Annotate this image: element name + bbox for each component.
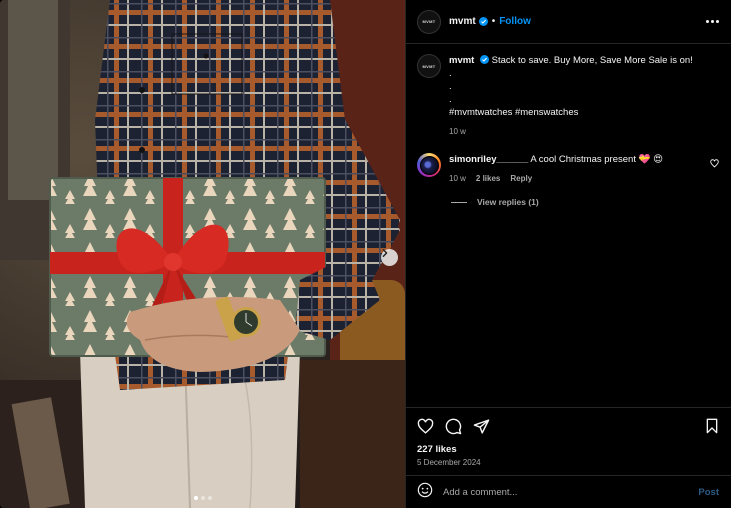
verified-badge-icon bbox=[478, 17, 488, 26]
likes-count[interactable]: 227 likes bbox=[417, 444, 720, 455]
emoji-icon bbox=[417, 482, 433, 497]
post-header: MVMT mvmt • Follow bbox=[406, 0, 731, 44]
action-bar bbox=[417, 416, 720, 436]
like-button[interactable] bbox=[417, 418, 434, 435]
bookmark-icon bbox=[706, 418, 718, 434]
emoji-button[interactable] bbox=[417, 482, 433, 503]
post-comment-button[interactable]: Post bbox=[698, 487, 719, 498]
carousel-dot bbox=[200, 496, 205, 500]
post-modal: MVMT mvmt • Follow MVMT mvmt Stack to sa… bbox=[0, 0, 731, 508]
comment-body: simonriley______ A cool Christmas presen… bbox=[449, 153, 663, 185]
caption-bullet: . bbox=[449, 81, 452, 92]
caption-row: MVMT mvmt Stack to save. Buy More, Save … bbox=[417, 54, 719, 138]
comment-composer: Post bbox=[406, 475, 731, 508]
comment-time[interactable]: 10 w bbox=[449, 172, 466, 185]
comments-section: MVMT mvmt Stack to save. Buy More, Save … bbox=[406, 44, 731, 407]
next-slide-button[interactable] bbox=[381, 249, 398, 266]
header-separator: • bbox=[491, 16, 496, 27]
caption-bullet: . bbox=[449, 68, 452, 79]
comment-likes[interactable]: 2 likes bbox=[476, 172, 500, 185]
more-options-icon[interactable] bbox=[706, 16, 719, 27]
post-details-panel: MVMT mvmt • Follow MVMT mvmt Stack to sa… bbox=[405, 0, 731, 508]
post-photo bbox=[0, 0, 405, 508]
view-replies-label: View replies (1) bbox=[477, 197, 539, 207]
comment-username[interactable]: simonriley______ bbox=[449, 154, 528, 165]
caption-username[interactable]: mvmt bbox=[449, 55, 474, 66]
comment-icon bbox=[445, 418, 462, 434]
view-replies-button[interactable]: View replies (1) bbox=[451, 197, 719, 207]
share-icon bbox=[473, 418, 490, 434]
comment-item: simonriley______ A cool Christmas presen… bbox=[417, 153, 719, 185]
caption-hashtags[interactable]: #mvmtwatches #menswatches bbox=[449, 106, 693, 119]
comment-like-heart-icon[interactable] bbox=[710, 159, 719, 168]
comment-text: A cool Christmas present 💝 😍 bbox=[530, 154, 663, 165]
author-avatar[interactable]: MVMT bbox=[417, 9, 441, 34]
chevron-right-icon bbox=[382, 249, 388, 257]
reply-button[interactable]: Reply bbox=[510, 172, 532, 185]
comment-meta: 10 w 2 likes Reply bbox=[449, 172, 663, 185]
post-actions-section: 227 likes 5 December 2024 bbox=[406, 407, 731, 475]
author-username[interactable]: mvmt bbox=[449, 16, 476, 27]
post-date: 5 December 2024 bbox=[417, 458, 481, 467]
caption-author-avatar[interactable]: MVMT bbox=[417, 54, 441, 78]
caption-meta: 10 w bbox=[449, 125, 693, 138]
share-button[interactable] bbox=[473, 418, 490, 435]
comment-button[interactable] bbox=[445, 418, 462, 435]
follow-button[interactable]: Follow bbox=[499, 16, 531, 27]
carousel-dot bbox=[193, 496, 198, 500]
caption-body: mvmt Stack to save. Buy More, Save More … bbox=[449, 54, 693, 138]
heart-icon bbox=[417, 418, 434, 434]
comment-input[interactable] bbox=[443, 486, 699, 498]
caption-text: Stack to save. Buy More, Save More Sale … bbox=[491, 55, 693, 66]
carousel-dot bbox=[207, 496, 212, 500]
commenter-avatar[interactable] bbox=[417, 153, 441, 177]
caption-bullet: . bbox=[449, 94, 452, 105]
save-button[interactable] bbox=[704, 418, 720, 434]
verified-badge-icon bbox=[479, 55, 489, 64]
post-media[interactable] bbox=[0, 0, 405, 508]
caption-time[interactable]: 10 w bbox=[449, 125, 466, 138]
carousel-dots bbox=[0, 496, 405, 500]
